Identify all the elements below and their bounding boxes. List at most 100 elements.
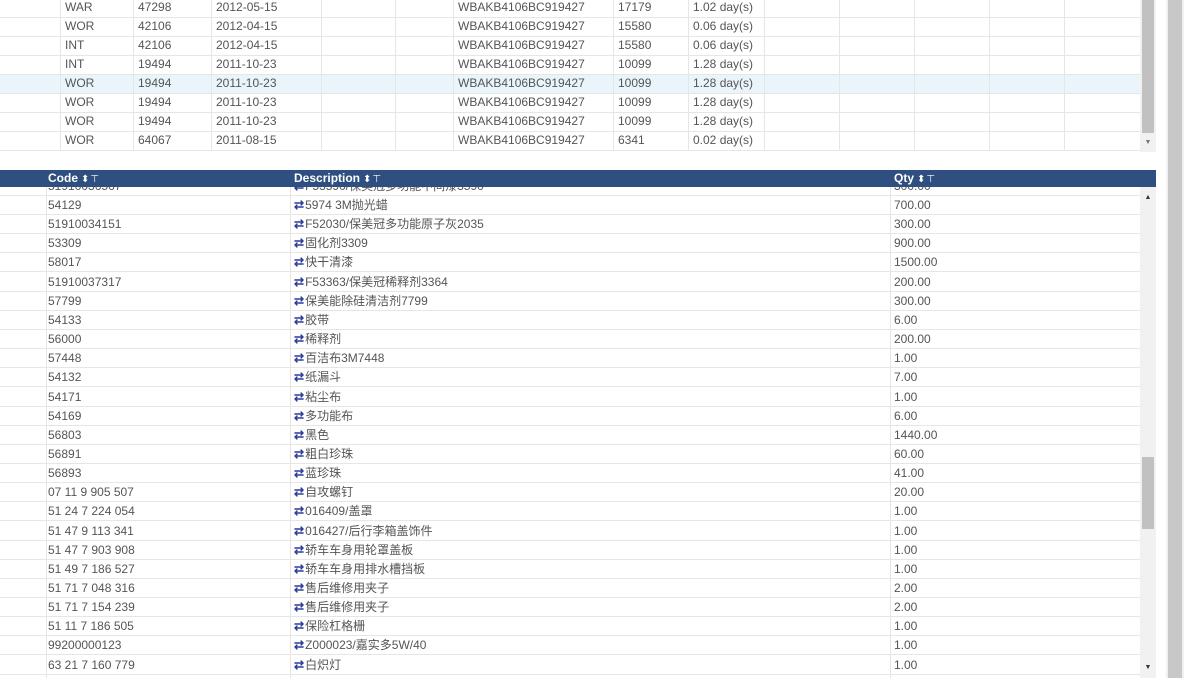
cell-empty — [989, 113, 1064, 132]
cell-num: 19494 — [133, 75, 211, 94]
description-text: 保美能除硅清洁剂7799 — [305, 293, 428, 308]
column-header-qty[interactable]: Qty ⬍⊤ — [894, 170, 936, 187]
cell-description: ⇄售后维修用夹子 — [294, 598, 890, 617]
column-header-description[interactable]: Description ⬍⊤ — [294, 170, 382, 187]
swap-icon[interactable]: ⇄ — [294, 581, 304, 595]
swap-icon[interactable]: ⇄ — [294, 485, 304, 499]
table-row[interactable]: 56891 ⇄粗白珍珠 60.00 — [0, 445, 1140, 464]
table-row[interactable]: 51 24 7 224 054 ⇄016409/盖罩 1.00 — [0, 502, 1140, 522]
table-row[interactable]: 58017 ⇄快干清漆 1500.00 — [0, 253, 1140, 273]
work-order-grid-scrollbar[interactable]: ▼ — [1140, 0, 1156, 152]
table-row[interactable]: 53309 ⇄固化剂3309 900.00 — [0, 234, 1140, 254]
page-scrollbar[interactable] — [1166, 0, 1184, 678]
table-row[interactable]: WOR 19494 2011-10-23 WBAKB4106BC919427 10099… — [0, 113, 1140, 132]
cell-description: ⇄F53590/保美冠多功能中间漆3590 — [294, 187, 890, 196]
cell-empty — [395, 37, 453, 56]
swap-icon[interactable]: ⇄ — [294, 543, 304, 557]
swap-icon[interactable]: ⇄ — [294, 351, 304, 365]
swap-icon[interactable]: ⇄ — [294, 466, 304, 480]
swap-icon[interactable]: ⇄ — [294, 600, 304, 614]
table-row[interactable]: 54171 ⇄粘尘布 1.00 — [0, 388, 1140, 407]
scroll-up-icon[interactable]: ▲ — [1140, 193, 1156, 203]
cell-description: ⇄F52030/保美冠多功能原子灰2035 — [294, 215, 890, 234]
table-row[interactable]: 51 47 9 113 341 ⇄016427/后行李箱盖饰件 1.00 — [0, 522, 1140, 541]
table-row[interactable]: 51 71 7 048 316 ⇄售后维修用夹子 2.00 — [0, 579, 1140, 598]
swap-icon[interactable]: ⇄ — [294, 447, 304, 461]
swap-icon[interactable]: ⇄ — [294, 370, 304, 384]
swap-icon[interactable]: ⇄ — [294, 428, 304, 442]
description-text: 016409/盖罩 — [305, 504, 373, 519]
cell-empty — [914, 56, 989, 75]
cell-description: ⇄5974 3M抛光蜡 — [294, 196, 890, 215]
table-row[interactable]: 51 71 7 154 239 ⇄售后维修用夹子 2.00 — [0, 598, 1140, 618]
work-order-scroll-thumb[interactable] — [1142, 0, 1154, 133]
table-row[interactable]: 51910037317 ⇄F53363/保美冠稀释剂3364 200.00 — [0, 273, 1140, 292]
parts-grid-scrollbar[interactable]: ▲ ▼ — [1140, 187, 1156, 678]
table-row[interactable]: 57448 ⇄百洁布3M7448 1.00 — [0, 349, 1140, 369]
swap-icon[interactable]: ⇄ — [294, 217, 304, 231]
table-row[interactable]: 51 49 7 186 527 ⇄轿车车身用排水槽挡板 1.00 — [0, 560, 1140, 579]
table-row[interactable]: 63 21 7 160 779 ⇄白炽灯 1.00 — [0, 656, 1140, 675]
swap-icon[interactable]: ⇄ — [294, 255, 304, 269]
cell-description: ⇄百洁布3M7448 — [294, 349, 890, 368]
swap-icon[interactable]: ⇄ — [294, 409, 304, 423]
cell-description: ⇄稀释剂 — [294, 330, 890, 349]
swap-icon[interactable]: ⇄ — [294, 198, 304, 212]
table-row[interactable]: 51910036567 ⇄F53590/保美冠多功能中间漆3590 300.00 — [0, 187, 1140, 196]
swap-icon[interactable]: ⇄ — [294, 390, 304, 404]
swap-icon[interactable]: ⇄ — [294, 275, 304, 289]
column-header-code[interactable]: Code ⬍⊤ — [48, 170, 100, 187]
description-text: 纸漏斗 — [305, 370, 342, 385]
scroll-down-icon[interactable]: ▼ — [1140, 663, 1156, 673]
cell-empty — [764, 132, 839, 151]
swap-icon[interactable]: ⇄ — [294, 619, 304, 633]
swap-icon[interactable]: ⇄ — [294, 638, 304, 652]
table-row[interactable]: 54132 ⇄纸漏斗 7.00 — [0, 368, 1140, 388]
parts-grid-body: 51910036567⇄F53590/保美冠多功能中间漆3590300.0054… — [0, 187, 1140, 678]
cell-description: ⇄016427/后行李箱盖饰件 — [294, 522, 890, 541]
cell-empty — [321, 37, 395, 56]
table-row[interactable]: 51910034151 ⇄F52030/保美冠多功能原子灰2035 300.00 — [0, 215, 1140, 235]
table-row[interactable]: 99200000123 ⇄Z000023/嘉实多5W/40 1.00 — [0, 636, 1140, 656]
cell-code: 51910037317 — [48, 274, 122, 289]
swap-icon[interactable]: ⇄ — [294, 236, 304, 250]
description-text: 售后维修用夹子 — [305, 581, 390, 595]
swap-icon[interactable]: ⇄ — [294, 524, 304, 538]
table-row[interactable]: 07 11 9 905 507 ⇄自攻螺钉 20.00 — [0, 483, 1140, 503]
table-row[interactable]: 54169 ⇄多功能布 6.00 — [0, 407, 1140, 426]
table-row[interactable]: 56803 ⇄黑色 1440.00 — [0, 426, 1140, 445]
swap-icon[interactable]: ⇄ — [294, 332, 304, 346]
table-row[interactable]: WOR 42106 2012-04-15 WBAKB4106BC919427 15580… — [0, 18, 1140, 37]
table-row[interactable]: 57799 ⇄保美能除硅清洁剂7799 300.00 — [0, 292, 1140, 311]
cell-code: 54169 — [48, 408, 82, 423]
cell-empty — [1064, 37, 1140, 56]
sort-filter-icon[interactable]: ⬍⊤ — [363, 174, 382, 185]
swap-icon[interactable]: ⇄ — [294, 313, 304, 327]
table-row[interactable]: INT 42106 2012-04-15 WBAKB4106BC919427 15580… — [0, 37, 1140, 56]
cell-duration: 1.28 day(s) — [688, 113, 764, 132]
swap-icon[interactable]: ⇄ — [294, 187, 304, 193]
swap-icon[interactable]: ⇄ — [294, 294, 304, 308]
parts-scroll-thumb[interactable] — [1142, 457, 1154, 529]
table-row[interactable]: WOR 64067 2011-08-15 WBAKB4106BC919427 6341 0… — [0, 132, 1140, 151]
table-row[interactable]: 51 11 7 186 505 ⇄保险杠格栅 1.00 — [0, 617, 1140, 637]
cell-code: 51 47 9 113 341 — [48, 523, 134, 538]
table-row[interactable]: WAR 47298 2012-05-15 WBAKB4106BC919427 17179… — [0, 0, 1140, 18]
table-row[interactable]: 51 47 7 903 908 ⇄轿车车身用轮罩盖板 1.00 — [0, 541, 1140, 560]
table-row[interactable]: INT 19494 2011-10-23 WBAKB4106BC919427 10099… — [0, 56, 1140, 75]
cell-qty: 6.00 — [894, 312, 918, 327]
table-row[interactable]: 56000 ⇄稀释剂 200.00 — [0, 330, 1140, 350]
sort-filter-icon[interactable]: ⬍⊤ — [917, 174, 936, 185]
table-row[interactable]: WOR 19494 2011-10-23 WBAKB4106BC919427 10099… — [0, 94, 1140, 113]
page-scroll-thumb[interactable] — [1168, 0, 1182, 678]
table-row[interactable]: 54133 ⇄胶带 6.00 — [0, 311, 1140, 330]
swap-icon[interactable]: ⇄ — [294, 562, 304, 576]
table-row[interactable]: 56893 ⇄蓝珍珠 41.00 — [0, 464, 1140, 484]
sort-filter-icon[interactable]: ⬍⊤ — [81, 174, 100, 185]
table-row[interactable]: 54129 ⇄5974 3M抛光蜡 700.00 — [0, 196, 1140, 215]
swap-icon[interactable]: ⇄ — [294, 658, 304, 672]
swap-icon[interactable]: ⇄ — [294, 504, 304, 518]
scroll-down-icon[interactable]: ▼ — [1140, 138, 1156, 148]
table-row[interactable]: WOR 19494 2011-10-23 WBAKB4106BC919427 10099… — [0, 75, 1140, 94]
cell-code: 54133 — [48, 312, 82, 327]
